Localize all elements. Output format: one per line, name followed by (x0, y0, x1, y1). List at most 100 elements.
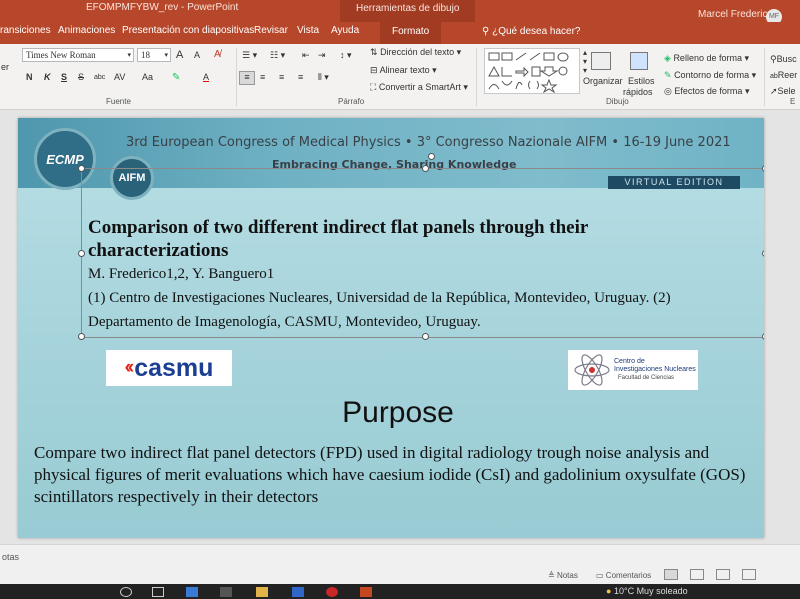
comments-button[interactable]: ▭ Comentarios (596, 571, 651, 580)
columns-icon[interactable]: ⫴ ▾ (318, 72, 329, 83)
tab-transitions[interactable]: ransiciones (0, 25, 51, 36)
divider (764, 48, 765, 106)
shape-fill-button[interactable]: ◈ Relleno de forma ▾ (664, 53, 749, 64)
gallery-scroll-icon[interactable]: ▴ ▾ ▾ (583, 48, 587, 75)
text-direction-button[interactable]: ⇅ Dirección del texto ▾ (370, 47, 461, 58)
mail-icon[interactable] (292, 587, 304, 597)
arrange-icon[interactable] (591, 52, 611, 70)
app-icon[interactable] (220, 587, 232, 597)
casmu-logo: ‹‹ casmu (106, 350, 232, 386)
font-name-select[interactable]: Times New Roman ▾ (22, 48, 134, 62)
tab-slideshow[interactable]: Presentación con diapositivas (122, 25, 254, 36)
weather-text: 10°C Muy soleado (613, 586, 688, 596)
find-button[interactable]: ⚲Busc (770, 54, 797, 65)
shape-effects-button[interactable]: ◎ Efectos de forma ▾ (664, 86, 749, 97)
slide-editor: ECMP AIFM 3rd European Congress of Medic… (0, 110, 800, 544)
resize-handle[interactable] (78, 250, 85, 257)
affiliation-line-1[interactable]: (1) Centro de Investigaciones Nucleares,… (88, 290, 671, 307)
numbering-icon[interactable]: ☷ ▾ (270, 50, 285, 61)
app-icon[interactable] (326, 587, 338, 597)
tab-animations[interactable]: Animaciones (58, 25, 115, 36)
slideshow-view-icon[interactable] (742, 569, 756, 580)
shadow-button[interactable]: abc (94, 74, 105, 81)
text-direction-label: Dirección del texto (380, 47, 455, 57)
shapes-gallery-icons (488, 52, 569, 94)
select-button[interactable]: ➚Sele (770, 86, 796, 97)
tab-review[interactable]: Revisar (254, 25, 288, 36)
resize-handle[interactable] (762, 165, 764, 172)
chevron-down-icon: ▾ (744, 86, 750, 96)
casmu-wordmark: casmu (134, 353, 214, 382)
quick-styles-icon[interactable] (630, 52, 648, 70)
task-view-icon[interactable] (152, 587, 164, 597)
chevron-down-icon: ▾ (463, 82, 468, 92)
folder-icon[interactable] (256, 587, 268, 597)
affiliation-line-2[interactable]: Departamento de Imagenología, CASMU, Mon… (88, 314, 481, 331)
search-icon[interactable] (120, 587, 132, 597)
chevron-down-icon: ▾ (127, 51, 131, 59)
align-center-icon[interactable]: ≡ (260, 72, 265, 82)
underline-button[interactable]: S (61, 72, 67, 82)
font-color-button[interactable]: A (203, 72, 209, 82)
user-name[interactable]: Marcel Frederico (698, 9, 773, 20)
quick-styles-label-2[interactable]: rápidos (623, 87, 653, 97)
resize-handle[interactable] (422, 333, 429, 340)
tell-me-search[interactable]: ⚲ ¿Qué desea hacer? (482, 26, 581, 37)
bold-button[interactable]: N (26, 72, 33, 82)
purpose-body[interactable]: Compare two indirect flat panel detector… (34, 442, 760, 508)
highlight-icon[interactable]: ✎ (172, 72, 180, 83)
justify-icon[interactable]: ≡ (298, 72, 303, 82)
resize-handle[interactable] (422, 165, 429, 172)
tab-format[interactable]: Formato (380, 22, 442, 44)
line-spacing-icon[interactable]: ↕ ▾ (340, 50, 352, 61)
quick-styles-label-1[interactable]: Estilos (628, 76, 655, 86)
italic-button[interactable]: K (44, 72, 51, 82)
resize-handle[interactable] (78, 165, 85, 172)
paint-bucket-icon: ◈ (664, 53, 671, 63)
char-spacing-button[interactable]: AV (114, 72, 125, 82)
align-text-button[interactable]: ⊟ Alinear texto ▾ (370, 65, 437, 76)
smartart-button[interactable]: ⛶ Convertir a SmartArt ▾ (370, 82, 468, 93)
grow-font-button[interactable]: A (176, 49, 183, 61)
tab-help[interactable]: Ayuda (331, 25, 359, 36)
shapes-gallery[interactable] (484, 48, 580, 94)
align-left-icon[interactable]: ≡ (239, 71, 255, 85)
weather-widget[interactable]: ● 10°C Muy soleado (606, 586, 688, 596)
paper-title[interactable]: Comparison of two different indirect fla… (88, 216, 708, 262)
notes-label: Notas (556, 571, 578, 580)
tab-view[interactable]: Vista (297, 25, 319, 36)
group-paragraph-label: Párrafo (338, 97, 365, 106)
reading-view-icon[interactable] (716, 569, 730, 580)
bullets-icon[interactable]: ☰ ▾ (242, 50, 257, 61)
conference-title-part2: 3° Congresso Nazionale AIFM • 16-19 June… (416, 135, 731, 150)
resize-handle[interactable] (762, 250, 764, 257)
powerpoint-icon[interactable] (360, 587, 372, 597)
notes-button[interactable]: ≜ Notas (548, 571, 578, 580)
resize-handle[interactable] (762, 333, 764, 340)
shrink-font-button[interactable]: A (194, 50, 200, 60)
effects-icon: ◎ (664, 86, 672, 96)
increase-indent-icon[interactable]: ⇥ (318, 50, 326, 61)
slide[interactable]: ECMP AIFM 3rd European Congress of Medic… (18, 118, 764, 538)
decrease-indent-icon[interactable]: ⇤ (302, 50, 310, 61)
ribbon: er Times New Roman ▾ 18 ▾ A A A̸ N K S S… (0, 44, 800, 110)
strikethrough-button[interactable]: S (78, 72, 84, 82)
arrange-button[interactable]: Organizar (583, 76, 623, 86)
font-size-select[interactable]: 18 ▾ (137, 48, 171, 62)
replace-button[interactable]: abReer (770, 70, 797, 80)
notes-pane-placeholder[interactable]: otas (2, 552, 19, 562)
purpose-heading[interactable]: Purpose (18, 396, 764, 430)
chevron-down-icon: ▾ (432, 65, 437, 75)
clear-format-icon[interactable]: A̸ (214, 49, 221, 60)
resize-handle[interactable] (78, 333, 85, 340)
comments-label: Comentarios (605, 571, 652, 580)
align-right-icon[interactable]: ≡ (279, 72, 284, 82)
rotate-handle[interactable] (428, 153, 435, 160)
authors[interactable]: M. Frederico1,2, Y. Banguero1 (88, 266, 274, 283)
change-case-button[interactable]: Aa (142, 72, 153, 82)
shape-fill-label: Relleno de forma (673, 53, 742, 63)
edge-icon[interactable] (186, 587, 198, 597)
slide-sorter-icon[interactable] (690, 569, 704, 580)
shape-outline-button[interactable]: ✎ Contorno de forma ▾ (664, 70, 756, 81)
normal-view-icon[interactable] (664, 569, 678, 580)
